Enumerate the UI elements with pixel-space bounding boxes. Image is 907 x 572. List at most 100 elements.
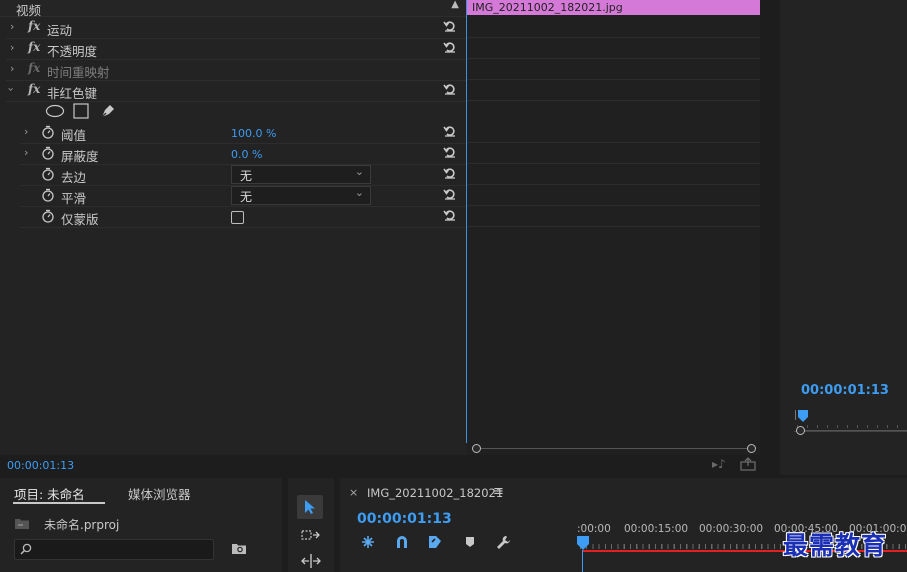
snap-insert-icon[interactable] <box>360 534 376 550</box>
param-label: 仅蒙版 <box>61 212 99 227</box>
linked-selection-icon[interactable] <box>427 534 443 550</box>
chevron-right-icon[interactable]: › <box>24 146 28 159</box>
sequence-timecode[interactable]: 00:00:01:13 <box>357 511 452 527</box>
stopwatch-icon[interactable] <box>41 125 55 139</box>
effect-row-non-red-key[interactable]: › fx 非红色键 <box>5 80 467 102</box>
monitor-zoom-track[interactable] <box>805 430 907 431</box>
effect-row-time-remap[interactable]: › fx 时间重映射 <box>6 59 467 81</box>
timeline-row-divider <box>467 226 760 227</box>
stopwatch-icon[interactable] <box>41 188 55 202</box>
sequence-menu-icon[interactable]: ≡ <box>493 484 504 499</box>
selection-tool-button[interactable] <box>297 495 323 519</box>
effect-row-opacity[interactable]: › fx 不透明度 <box>6 38 467 60</box>
export-icon[interactable] <box>740 457 756 471</box>
timeline-row-divider <box>467 79 760 80</box>
dropdown-value: 无 <box>240 169 253 183</box>
program-monitor-panel <box>780 0 907 475</box>
mask-tools <box>45 102 125 120</box>
program-timecode[interactable]: 00:00:01:13 <box>801 383 889 398</box>
reset-icon[interactable] <box>443 19 457 33</box>
chevron-right-icon[interactable]: › <box>10 20 14 33</box>
stopwatch-icon[interactable] <box>41 146 55 160</box>
playhead-line[interactable] <box>466 0 467 443</box>
param-row-cutoff[interactable]: › 屏蔽度 0.0 % <box>20 143 467 165</box>
wrench-settings-icon[interactable] <box>495 534 511 550</box>
project-bin-icon <box>15 519 29 529</box>
find-bin-icon[interactable] <box>231 542 247 555</box>
ruler-label: 00:00:30:00 <box>699 523 764 535</box>
ripple-edit-tool-icon[interactable] <box>301 553 321 569</box>
stopwatch-icon[interactable] <box>41 167 55 181</box>
timeline-row-divider <box>467 163 760 164</box>
scrollbar-handle-right[interactable] <box>747 444 756 453</box>
reset-icon[interactable] <box>443 82 457 96</box>
timeline-row-divider <box>467 205 760 206</box>
rectangle-mask-icon[interactable] <box>73 103 89 119</box>
monitor-zoom-handle[interactable] <box>796 426 805 435</box>
effect-label-motion: 运动 <box>47 23 73 38</box>
magnet-snap-icon[interactable] <box>394 534 410 550</box>
project-file-name: 未命名.prproj <box>44 518 120 532</box>
dropdown-value: 无 <box>240 190 253 204</box>
effect-label-non-red-key: 非红色键 <box>47 86 98 101</box>
ellipse-mask-icon[interactable] <box>45 104 65 118</box>
fx-icon[interactable]: fx <box>28 61 40 75</box>
collapse-up-icon[interactable]: ▲ <box>451 0 459 10</box>
smoothing-dropdown[interactable]: 无 ⌄ <box>231 186 371 205</box>
watermark-logo: 最需教育 <box>783 531 888 560</box>
tab-media-browser[interactable]: 媒体浏览器 <box>128 484 191 503</box>
fx-icon[interactable]: fx <box>28 82 40 96</box>
reset-icon[interactable] <box>443 166 457 180</box>
sequence-tab[interactable]: IMG_20211002_182021 <box>367 486 503 500</box>
reset-icon[interactable] <box>443 208 457 222</box>
param-label: 平滑 <box>61 191 87 206</box>
effect-controls-timeline[interactable] <box>467 0 760 455</box>
effect-label-opacity: 不透明度 <box>47 44 98 59</box>
project-search-input[interactable] <box>14 539 214 560</box>
tab-project[interactable]: 项目: 未命名 <box>14 484 85 503</box>
defringe-dropdown[interactable]: 无 ⌄ <box>231 165 371 184</box>
mask-only-checkbox[interactable] <box>231 211 244 224</box>
param-value-cutoff[interactable]: 0.0 % <box>231 148 262 161</box>
pen-mask-icon[interactable] <box>99 102 117 120</box>
ruler-label: 00:00:15:00 <box>624 523 689 535</box>
search-icon <box>20 543 32 555</box>
reset-icon[interactable] <box>443 40 457 54</box>
clip-bar[interactable]: IMG_20211002_182021.jpg <box>467 0 760 15</box>
reset-icon[interactable] <box>443 124 457 138</box>
video-section-header[interactable]: 视频 ▲ <box>0 0 467 18</box>
param-row-threshold[interactable]: › 阈值 100.0 % <box>20 122 467 144</box>
stopwatch-icon[interactable] <box>41 209 55 223</box>
param-value-threshold[interactable]: 100.0 % <box>231 127 276 140</box>
chevron-down-icon[interactable]: › <box>5 87 18 91</box>
chevron-right-icon[interactable]: › <box>10 62 14 75</box>
scrollbar-handle-left[interactable] <box>472 444 481 453</box>
reset-icon[interactable] <box>443 145 457 159</box>
arrow-pointer-icon <box>305 500 315 514</box>
monitor-in-marker <box>795 410 796 420</box>
param-row-mask-only[interactable]: 仅蒙版 <box>20 206 467 228</box>
tools-panel <box>288 478 334 572</box>
filter-audio-icon[interactable]: ▸♪ <box>712 457 726 471</box>
close-tab-button[interactable]: × <box>349 486 358 499</box>
fx-icon[interactable]: fx <box>28 40 40 54</box>
chevron-down-icon: ⌄ <box>354 186 364 199</box>
monitor-playhead-icon[interactable] <box>798 410 808 422</box>
effect-controls-timecode[interactable]: 00:00:01:13 <box>7 459 74 472</box>
param-row-defringe[interactable]: 去边 无 ⌄ <box>20 164 467 186</box>
scrollbar-track[interactable] <box>477 448 751 449</box>
track-select-tool-icon[interactable] <box>301 528 321 544</box>
timeline-row-divider <box>467 58 760 59</box>
fx-icon[interactable]: fx <box>28 19 40 33</box>
sequence-playhead-line[interactable] <box>582 550 583 572</box>
param-label: 屏蔽度 <box>61 149 99 164</box>
zoom-scrollbar[interactable] <box>472 444 756 453</box>
param-row-smoothing[interactable]: 平滑 无 ⌄ <box>20 185 467 207</box>
sequence-playhead-icon[interactable] <box>577 536 589 550</box>
chevron-right-icon[interactable]: › <box>24 125 28 138</box>
chevron-right-icon[interactable]: › <box>10 41 14 54</box>
timeline-row-divider <box>467 100 760 101</box>
effect-row-motion[interactable]: › fx 运动 <box>6 17 467 39</box>
reset-icon[interactable] <box>443 187 457 201</box>
add-marker-icon[interactable] <box>465 536 475 548</box>
